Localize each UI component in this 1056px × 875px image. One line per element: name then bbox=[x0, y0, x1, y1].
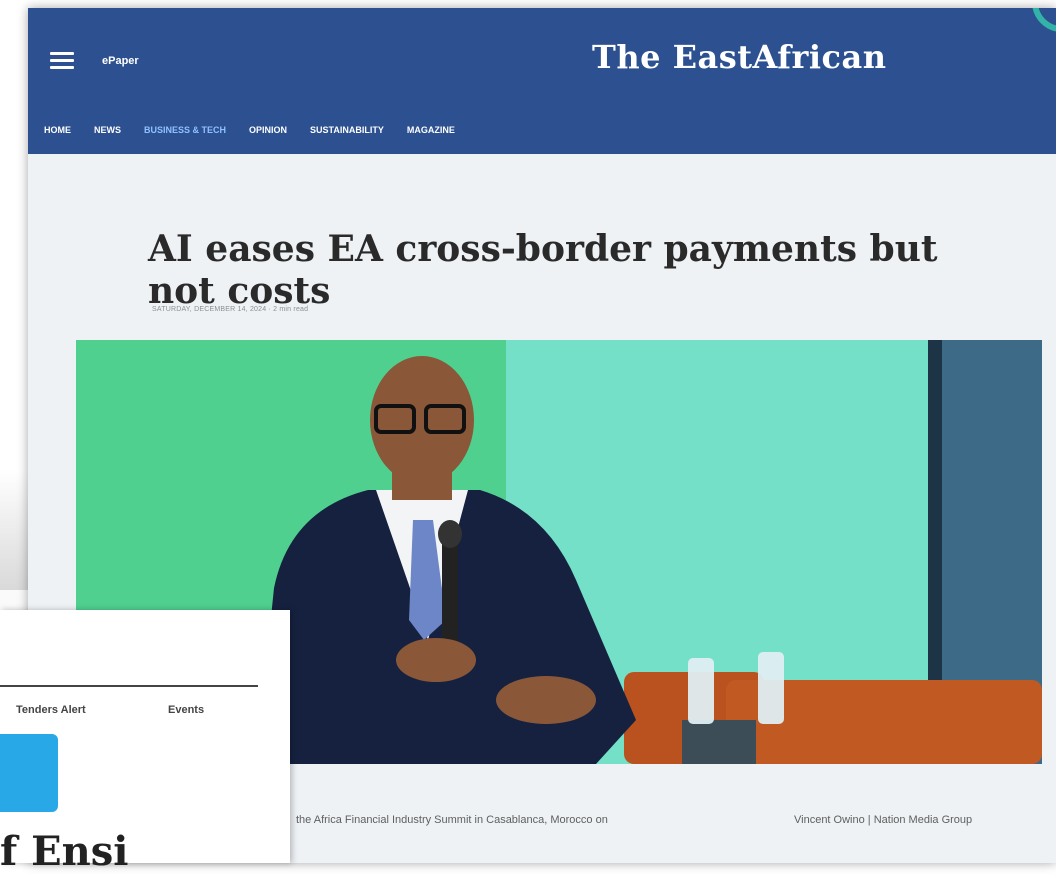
nav-item-magazine[interactable]: MAGAZINE bbox=[407, 125, 455, 135]
site-logo[interactable]: The EastAfrican bbox=[592, 38, 887, 76]
nav-item-news[interactable]: NEWS bbox=[94, 125, 121, 135]
image-credit: Vincent Owino | Nation Media Group bbox=[794, 814, 973, 826]
article-dateline: SATURDAY, DECEMBER 14, 2024 · 2 min read bbox=[152, 306, 309, 313]
epaper-link[interactable]: ePaper bbox=[102, 55, 139, 67]
image-caption: the Africa Financial Industry Summit in … bbox=[296, 814, 608, 826]
tab-tenders-alert[interactable]: Tenders Alert bbox=[16, 704, 86, 716]
overlay-page: Tenders Alert Events f Ensi bbox=[0, 610, 290, 875]
hamburger-menu-icon[interactable] bbox=[50, 52, 74, 69]
decorative-corner bbox=[1032, 8, 1056, 32]
nav-item-business-tech[interactable]: BUSINESS & TECH bbox=[144, 125, 226, 135]
nav-item-sustainability[interactable]: SUSTAINABILITY bbox=[310, 125, 384, 135]
partial-heading: f Ensi bbox=[0, 828, 129, 875]
nav-item-opinion[interactable]: OPINION bbox=[249, 125, 287, 135]
ad-banner[interactable] bbox=[0, 734, 58, 812]
main-nav: HOME NEWS BUSINESS & TECH OPINION SUSTAI… bbox=[44, 125, 455, 135]
divider bbox=[0, 685, 258, 687]
nav-item-home[interactable]: HOME bbox=[44, 125, 71, 135]
article-headline: AI eases EA cross-border payments but no… bbox=[148, 228, 938, 313]
site-header: ePaper The EastAfrican HOME NEWS BUSINES… bbox=[28, 8, 1056, 154]
tab-events[interactable]: Events bbox=[168, 704, 204, 716]
